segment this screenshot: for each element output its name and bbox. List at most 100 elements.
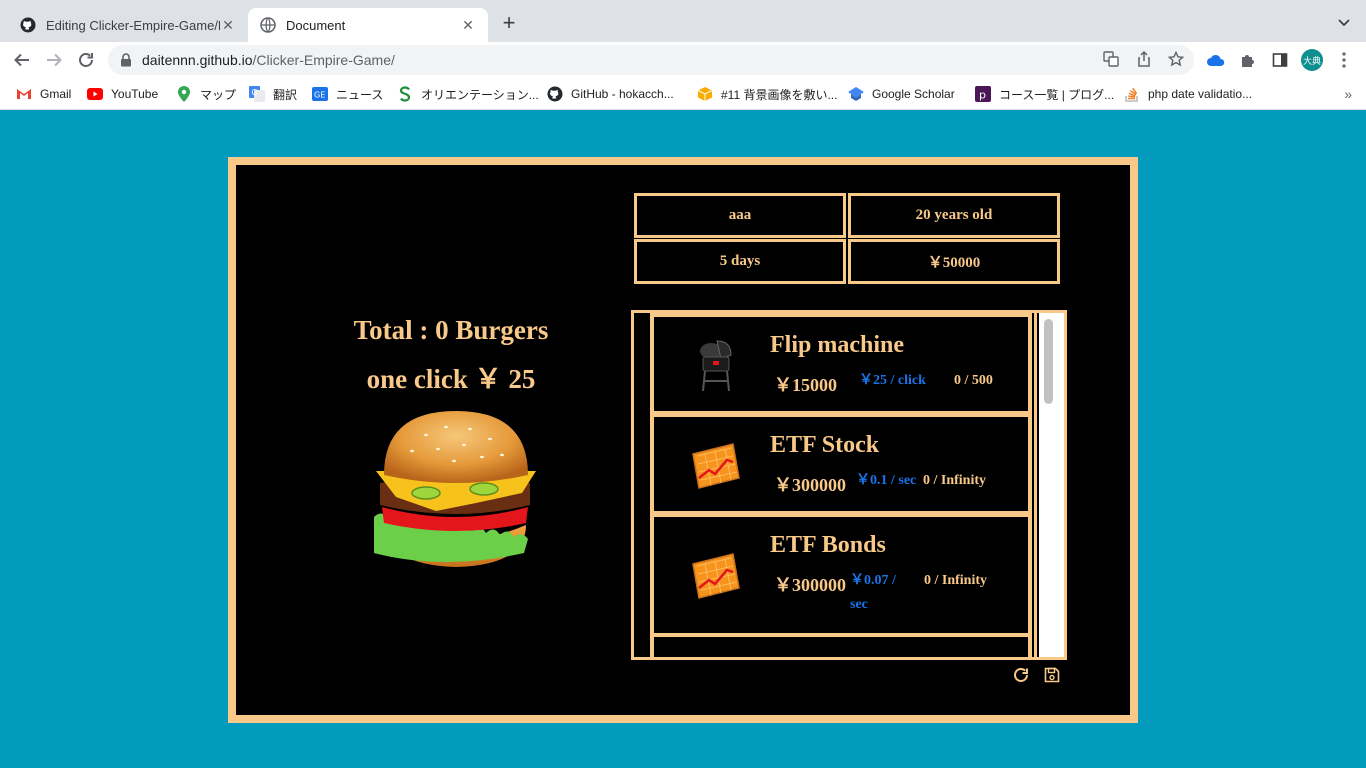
- bookmark-label: Gmail: [40, 87, 72, 101]
- item-rate: ￥0.1 / sec: [856, 473, 917, 488]
- item-rate: ￥0.07 / sec: [850, 573, 896, 612]
- bookmark-label: 翻訳: [273, 87, 298, 102]
- chevron-down-icon[interactable]: [1336, 14, 1352, 30]
- address-bar[interactable]: daitennn.github.io/Clicker-Empire-Game/: [108, 45, 1194, 75]
- url-host: daitennn.github.io: [142, 52, 253, 68]
- player-name: aaa: [634, 193, 846, 238]
- bookmark-label: Google Scholar: [872, 87, 955, 101]
- item-etf-stock[interactable]: ETF Stock ￥300000 ￥0.1 / sec 0 / Infinit…: [650, 413, 1032, 515]
- burger-button[interactable]: [366, 405, 546, 575]
- bookmark-label: #11 背景画像を敷い...: [721, 87, 838, 102]
- bookmark-gmail[interactable]: Gmail: [16, 85, 71, 103]
- cloud-icon[interactable]: [1206, 50, 1226, 70]
- item-price: ￥300000: [774, 575, 846, 595]
- burger-panel: Total : 0 Burgers one click ￥ 25: [236, 165, 666, 715]
- extensions-puzzle-icon[interactable]: [1238, 50, 1258, 70]
- item-name: ETF Stock: [770, 432, 880, 458]
- bookmark-label: オリエンテーション...: [421, 87, 539, 102]
- browser-tab-bar: Editing Clicker-Empire-Game/R ✕ Document…: [0, 0, 1366, 42]
- bookmark-youtube[interactable]: YouTube: [87, 85, 158, 103]
- translate-icon[interactable]: [1102, 50, 1120, 68]
- item-etf-bonds[interactable]: ETF Bonds ￥300000 ￥0.07 / sec 0 / Infini…: [650, 513, 1032, 637]
- item-flip-machine[interactable]: Flip machine ￥15000 ￥25 / click 0 / 500: [650, 313, 1032, 415]
- item-price: ￥300000: [774, 475, 846, 495]
- bookmark-label: コース一覧 | プログ...: [999, 87, 1115, 102]
- total-burgers-text: Total : 0 Burgers: [353, 315, 549, 345]
- p-logo-icon: p: [975, 86, 991, 102]
- item-next[interactable]: [650, 633, 1032, 657]
- items-list: Flip machine ￥15000 ￥25 / click 0 / 500 …: [631, 310, 1067, 660]
- bookmark-news[interactable]: GE ニュース: [312, 85, 383, 103]
- game-container: Total : 0 Burgers one click ￥ 25 aaa 20 …: [228, 157, 1138, 723]
- reset-button[interactable]: [1011, 665, 1031, 685]
- url-path: /Clicker-Empire-Game/: [252, 52, 395, 68]
- bookmark-maps[interactable]: マップ: [176, 85, 236, 103]
- share-icon[interactable]: [1135, 50, 1153, 68]
- bookmark-label: YouTube: [111, 87, 159, 101]
- back-arrow-icon[interactable]: [12, 50, 32, 70]
- bookmarks-overflow-icon[interactable]: »: [1344, 86, 1352, 102]
- bookmark-background-image[interactable]: #11 背景画像を敷い...: [697, 85, 837, 103]
- item-price: ￥15000: [774, 375, 837, 395]
- bookmarks-bar: Gmail YouTube マップ G 翻訳 GE ニュース オリエンテーション…: [0, 78, 1366, 110]
- bookmark-label: GitHub - hokacch...: [571, 87, 674, 101]
- forward-arrow-icon[interactable]: [44, 50, 64, 70]
- reset-icon: [1014, 668, 1028, 682]
- browser-toolbar: daitennn.github.io/Clicker-Empire-Game/ …: [0, 42, 1366, 78]
- google-news-icon: GE: [312, 86, 328, 102]
- item-owned: 0 / 500: [954, 373, 993, 388]
- bookmark-google-scholar[interactable]: Google Scholar: [848, 85, 955, 103]
- tab-title: Editing Clicker-Empire-Game/R: [46, 17, 220, 33]
- player-info-grid: aaa 20 years old 5 days ￥50000: [634, 193, 1062, 287]
- scholar-cap-icon: [848, 86, 864, 102]
- tab-title: Document: [286, 17, 346, 33]
- svg-text:p: p: [979, 89, 986, 102]
- bookmark-php-date[interactable]: php date validatio...: [1124, 85, 1252, 103]
- save-button[interactable]: [1042, 665, 1062, 685]
- bookmark-translate[interactable]: G 翻訳: [249, 85, 297, 103]
- tab-editing-repo[interactable]: Editing Clicker-Empire-Game/R ✕: [8, 8, 248, 42]
- youtube-icon: [87, 86, 103, 102]
- bookmark-orientation[interactable]: オリエンテーション...: [397, 85, 539, 103]
- item-name: ETF Bonds: [770, 532, 886, 558]
- player-age: 20 years old: [848, 193, 1060, 238]
- scroll-thumb[interactable]: [1044, 319, 1053, 404]
- lock-icon: [120, 53, 134, 67]
- globe-icon: [260, 17, 276, 33]
- s-logo-icon: [397, 86, 413, 102]
- tab-close-icon[interactable]: ✕: [460, 17, 476, 33]
- bookmark-github[interactable]: GitHub - hokacch...: [547, 85, 674, 103]
- bookmark-label: マップ: [200, 87, 237, 102]
- per-click-text: one click ￥ 25: [366, 364, 536, 394]
- reload-icon[interactable]: [76, 50, 96, 70]
- grill-icon: [688, 337, 742, 393]
- stackoverflow-icon: [1124, 86, 1140, 102]
- item-name: Flip machine: [770, 332, 905, 358]
- save-icon: [1044, 667, 1060, 683]
- map-pin-icon: [176, 86, 192, 102]
- item-rate: ￥25 / click: [859, 373, 926, 388]
- github-icon: [20, 17, 36, 33]
- items-scrollbar[interactable]: [1034, 313, 1064, 657]
- github-icon: [547, 86, 563, 102]
- tab-close-icon[interactable]: ✕: [220, 17, 236, 33]
- stock-chart-icon: [688, 547, 742, 603]
- bookmark-label: ニュース: [336, 87, 384, 102]
- profile-avatar[interactable]: 大典: [1301, 49, 1323, 71]
- svg-text:G: G: [252, 88, 258, 97]
- days-elapsed: 5 days: [634, 239, 846, 284]
- gmail-icon: [16, 86, 32, 102]
- side-panel-icon[interactable]: [1270, 50, 1290, 70]
- bookmark-course-list[interactable]: p コース一覧 | プログ...: [975, 85, 1114, 103]
- star-icon[interactable]: [1167, 50, 1185, 68]
- svg-text:GE: GE: [314, 91, 325, 100]
- package-icon: [697, 86, 713, 102]
- bookmark-label: php date validatio...: [1148, 87, 1253, 101]
- google-translate-icon: G: [249, 86, 265, 102]
- new-tab-plus-icon[interactable]: +: [498, 12, 520, 35]
- tab-document[interactable]: Document ✕: [248, 8, 488, 42]
- item-owned: 0 / Infinity: [924, 573, 988, 588]
- burger-icon: [374, 411, 536, 567]
- kebab-menu-icon[interactable]: [1334, 50, 1354, 70]
- stock-chart-icon: [688, 437, 742, 493]
